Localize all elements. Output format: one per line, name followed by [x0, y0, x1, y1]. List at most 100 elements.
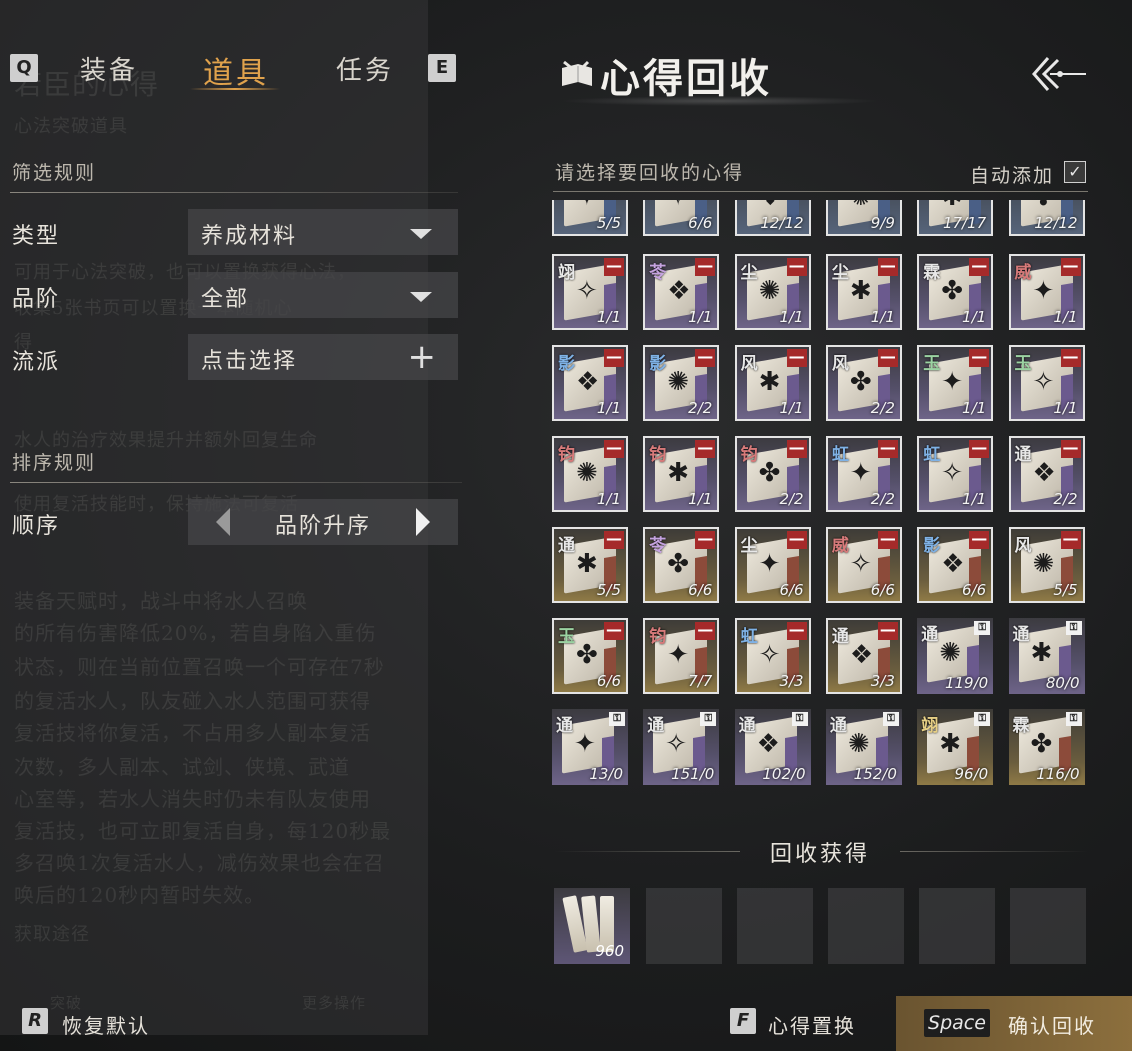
- insight-card[interactable]: ✤ 苓 — 6/6: [643, 527, 720, 603]
- school-char: 风: [1014, 536, 1032, 556]
- insight-card[interactable]: ✱ 风 — 1/1: [734, 345, 811, 421]
- insight-card[interactable]: ❖ 通 — 3/3: [825, 618, 902, 694]
- grade-dropdown[interactable]: 全部: [188, 272, 458, 318]
- insight-card[interactable]: ✧ 威 — 6/6: [825, 527, 902, 603]
- insight-card[interactable]: ✺ 9/9: [825, 200, 902, 236]
- tab-quests[interactable]: 任务: [336, 50, 394, 87]
- remove-icon[interactable]: —: [877, 349, 898, 367]
- insight-card[interactable]: ✧ 虹 — 1/1: [917, 436, 994, 512]
- insight-card[interactable]: ❖ 12/12: [734, 200, 811, 236]
- insight-card[interactable]: ✱ 翊 ⚿ 96/0: [917, 709, 994, 785]
- insight-card[interactable]: ✱ 钧 — 1/1: [643, 436, 720, 512]
- lock-icon: ⚿: [882, 712, 899, 726]
- ink-emblem-icon: ✦: [576, 200, 598, 212]
- insight-card[interactable]: ✦ 钧 — 7/7: [643, 618, 720, 694]
- insight-card[interactable]: ✺ 风 — 5/5: [1008, 527, 1085, 603]
- insight-card[interactable]: ✤ 12/12: [1008, 200, 1085, 236]
- remove-icon[interactable]: —: [786, 622, 807, 640]
- insight-card[interactable]: ✧ 虹 — 3/3: [734, 618, 811, 694]
- remove-icon[interactable]: —: [969, 531, 990, 549]
- order-stepper[interactable]: 品阶升序: [188, 499, 458, 545]
- next-tab-key[interactable]: E: [428, 54, 456, 82]
- insight-card[interactable]: ✺ 通 ⚿ 152/0: [825, 709, 902, 785]
- remove-icon[interactable]: —: [604, 531, 624, 549]
- insight-card[interactable]: ✤ 钧 — 2/2: [734, 436, 811, 512]
- swap-button[interactable]: 心得置换: [768, 1010, 856, 1039]
- insight-card[interactable]: ❖ 影 — 6/6: [917, 527, 994, 603]
- insight-card[interactable]: ✦ 虹 — 2/2: [825, 436, 902, 512]
- remove-icon[interactable]: —: [877, 531, 898, 549]
- remove-icon[interactable]: —: [969, 440, 990, 458]
- insight-card[interactable]: ✺ 钧 — 1/1: [552, 436, 628, 512]
- insight-card[interactable]: ✦ 玉 — 1/1: [917, 345, 994, 421]
- remove-icon[interactable]: —: [786, 349, 807, 367]
- remove-icon[interactable]: —: [1060, 440, 1081, 458]
- reset-key[interactable]: R: [22, 1008, 48, 1034]
- insight-card[interactable]: ❖ 通 — 2/2: [1008, 436, 1085, 512]
- reset-button[interactable]: 恢复默认: [62, 1010, 150, 1039]
- remove-icon[interactable]: —: [1060, 258, 1081, 276]
- insight-card[interactable]: ✱ 通 — 5/5: [552, 527, 628, 603]
- chevron-down-icon: [410, 229, 432, 239]
- insight-card[interactable]: ✧ 通 ⚿ 151/0: [643, 709, 720, 785]
- prev-tab-key[interactable]: Q: [10, 54, 38, 82]
- tab-items[interactable]: 道具: [203, 48, 269, 92]
- remove-icon[interactable]: —: [1060, 531, 1081, 549]
- remove-icon[interactable]: —: [695, 258, 716, 276]
- remove-icon[interactable]: —: [786, 258, 807, 276]
- insight-card[interactable]: ✦ 威 — 1/1: [1008, 254, 1085, 330]
- insight-card[interactable]: ✤ 霖 — 1/1: [917, 254, 994, 330]
- type-dropdown[interactable]: 养成材料: [188, 209, 458, 255]
- insight-card[interactable]: ✺ 影 — 2/2: [643, 345, 720, 421]
- insight-card[interactable]: ✦ 通 ⚿ 13/0: [552, 709, 628, 785]
- insight-card[interactable]: ✱ 通 ⚿ 80/0: [1008, 618, 1085, 694]
- remove-icon[interactable]: —: [877, 440, 898, 458]
- remove-icon[interactable]: —: [604, 622, 624, 640]
- remove-icon[interactable]: —: [969, 258, 990, 276]
- confirm-recycle-button[interactable]: Space 确认回收: [896, 996, 1132, 1051]
- remove-icon[interactable]: —: [695, 622, 716, 640]
- gain-slot[interactable]: 960: [554, 888, 630, 964]
- insight-card[interactable]: ✦ 尘 — 6/6: [734, 527, 811, 603]
- insight-card[interactable]: ✤ 霖 ⚿ 116/0: [1008, 709, 1085, 785]
- insight-card[interactable]: ✦ 5/5: [552, 200, 628, 236]
- insight-card[interactable]: ✧ 6/6: [643, 200, 720, 236]
- card-count: 5/5: [1053, 581, 1078, 599]
- card-count: 1/1: [962, 490, 987, 508]
- remove-icon[interactable]: —: [604, 258, 624, 276]
- insight-card[interactable]: ✤ 玉 — 6/6: [552, 618, 628, 694]
- insight-card[interactable]: ✺ 尘 — 1/1: [734, 254, 811, 330]
- back-arrow-icon[interactable]: [1030, 54, 1090, 94]
- insight-card[interactable]: ✱ 17/17: [917, 200, 994, 236]
- insight-card[interactable]: ✱ 尘 — 1/1: [825, 254, 902, 330]
- auto-add-checkbox[interactable]: ✓: [1064, 161, 1086, 183]
- remove-icon[interactable]: —: [604, 349, 624, 367]
- gains-title: 回收获得: [769, 842, 870, 867]
- ink-emblem-icon: ✱: [849, 276, 872, 306]
- grade-label: 品阶: [12, 287, 61, 312]
- insight-card[interactable]: ❖ 通 ⚿ 102/0: [734, 709, 811, 785]
- remove-icon[interactable]: —: [695, 349, 716, 367]
- remove-icon[interactable]: —: [786, 531, 807, 549]
- tab-equipment[interactable]: 装备: [80, 50, 138, 87]
- insight-card[interactable]: ❖ 苓 — 1/1: [643, 254, 720, 330]
- remove-icon[interactable]: —: [1060, 349, 1081, 367]
- insight-card[interactable]: ✧ 翊 — 1/1: [552, 254, 628, 330]
- remove-icon[interactable]: —: [877, 258, 898, 276]
- arrow-right-icon[interactable]: [416, 508, 430, 536]
- ink-emblem-icon: ✺: [939, 638, 961, 668]
- remove-icon[interactable]: —: [695, 531, 716, 549]
- order-label: 顺序: [12, 514, 61, 539]
- remove-icon[interactable]: —: [695, 440, 716, 458]
- remove-icon[interactable]: —: [604, 440, 624, 458]
- remove-icon[interactable]: —: [969, 349, 990, 367]
- remove-icon[interactable]: —: [877, 622, 898, 640]
- insight-card[interactable]: ✧ 玉 — 1/1: [1008, 345, 1085, 421]
- insight-card[interactable]: ✤ 风 — 2/2: [825, 345, 902, 421]
- school-selector[interactable]: 点击选择 +: [188, 334, 458, 380]
- insight-card[interactable]: ❖ 影 — 1/1: [552, 345, 628, 421]
- ink-emblem-icon: ✺: [667, 367, 690, 397]
- insight-card[interactable]: ✺ 通 ⚿ 119/0: [917, 618, 994, 694]
- remove-icon[interactable]: —: [786, 440, 807, 458]
- swap-key[interactable]: F: [730, 1008, 756, 1034]
